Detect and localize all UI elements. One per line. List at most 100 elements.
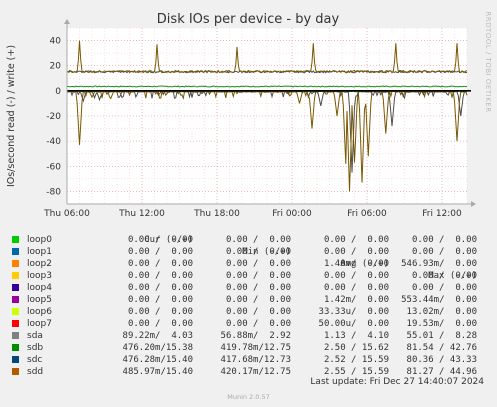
legend-max: 0.00 / 0.00 xyxy=(411,235,477,245)
y-tick-label: -60 xyxy=(46,162,61,172)
legend-max: 546.93m/ 0.00 xyxy=(401,259,477,269)
legend-swatch xyxy=(12,272,19,279)
legend-rows: loop0 0.00 / 0.00 0.00 / 0.00 0.00 / 0.00 0.… xyxy=(12,234,487,378)
legend-swatch xyxy=(12,344,19,351)
legend-row-loop2: loop2 0.00 / 0.00 0.00 / 0.00 1.40m/ 0.00 54… xyxy=(12,258,487,270)
munin-version: Munin 2.0.57 xyxy=(227,393,270,401)
legend-avg: 33.33u/ 0.00 xyxy=(318,307,389,317)
legend-avg: 50.00u/ 0.00 xyxy=(318,319,389,329)
legend-max: 553.44m/ 0.00 xyxy=(401,295,477,305)
legend-cur: 89.22m/ 4.03 xyxy=(122,331,193,341)
legend-row-sdc: sdc 476.28m/15.40 417.68m/12.73 2.52 / 15.5… xyxy=(12,354,487,366)
legend-swatch xyxy=(12,356,19,363)
legend-max: 0.00 / 0.00 xyxy=(411,271,477,281)
legend-cur: 485.97m/15.40 xyxy=(122,367,193,377)
legend-min: 0.00 / 0.00 xyxy=(225,307,291,317)
legend-name: loop1 xyxy=(27,247,52,257)
legend-max: 80.36 / 43.33 xyxy=(406,355,477,365)
legend-swatch xyxy=(12,236,19,243)
legend-min: 0.00 / 0.00 xyxy=(225,259,291,269)
legend-min: 0.00 / 0.00 xyxy=(225,319,291,329)
legend-row-loop5: loop5 0.00 / 0.00 0.00 / 0.00 1.42m/ 0.00 55… xyxy=(12,294,487,306)
x-tick-label: Thu 06:00 xyxy=(43,209,90,219)
x-tick-label: Thu 18:00 xyxy=(193,209,240,219)
legend-name: sda xyxy=(27,331,43,341)
legend-cur: 0.00 / 0.00 xyxy=(127,235,193,245)
x-tick-label: Thu 12:00 xyxy=(118,209,165,219)
x-axis-arrow xyxy=(471,201,476,207)
legend-avg: 2.52 / 15.59 xyxy=(323,355,389,365)
legend-avg: 0.00 / 0.00 xyxy=(323,247,389,257)
legend-min: 420.17m/12.75 xyxy=(220,367,291,377)
legend-min: 0.00 / 0.00 xyxy=(225,247,291,257)
legend-header: Cur (-/+) Min (-/+) Avg (-/+) Max (-/+) xyxy=(12,222,487,281)
legend-cur: 0.00 / 0.00 xyxy=(127,259,193,269)
x-tick-label: Fri 00:00 xyxy=(272,209,312,219)
legend-cur: 0.00 / 0.00 xyxy=(127,271,193,281)
legend-name: sdd xyxy=(27,367,44,377)
legend-min: 0.00 / 0.00 xyxy=(225,235,291,245)
legend-swatch xyxy=(12,296,19,303)
legend-row-sda: sda 89.22m/ 4.03 56.88m/ 2.92 1.13 / 4.10 55… xyxy=(12,330,487,342)
legend-min: 417.68m/12.73 xyxy=(220,355,291,365)
y-axis-label: IOs/second read (-) / write (+) xyxy=(6,45,17,187)
legend-name: loop5 xyxy=(27,295,52,305)
legend-avg: 0.00 / 0.00 xyxy=(323,283,389,293)
legend-row-loop4: loop4 0.00 / 0.00 0.00 / 0.00 0.00 / 0.00 0.… xyxy=(12,282,487,294)
legend-swatch xyxy=(12,308,19,315)
legend-avg: 0.00 / 0.00 xyxy=(323,271,389,281)
legend-avg: 1.42m/ 0.00 xyxy=(323,295,389,305)
y-tick-label: 20 xyxy=(50,62,62,72)
y-tick-label: -20 xyxy=(46,112,61,122)
legend-cur: 0.00 / 0.00 xyxy=(127,307,193,317)
legend-name: loop6 xyxy=(27,307,52,317)
legend-swatch xyxy=(12,248,19,255)
legend-name: loop7 xyxy=(27,319,52,329)
legend-swatch xyxy=(12,332,19,339)
legend-min: 0.00 / 0.00 xyxy=(225,295,291,305)
legend-max: 0.00 / 0.00 xyxy=(411,247,477,257)
legend-cur: 0.00 / 0.00 xyxy=(127,295,193,305)
y-tick-label: 40 xyxy=(50,37,62,47)
legend-row-loop7: loop7 0.00 / 0.00 0.00 / 0.00 50.00u/ 0.00 1… xyxy=(12,318,487,330)
x-tick-label: Fri 12:00 xyxy=(422,209,462,219)
legend-name: sdc xyxy=(27,355,43,365)
legend-min: 419.78m/12.75 xyxy=(220,343,291,353)
rrdtool-credit: RRDTOOL / TOBI OETIKER xyxy=(484,11,492,112)
legend-row-sdb: sdb 476.20m/15.38 419.78m/12.75 2.50 / 15.6… xyxy=(12,342,487,354)
legend-max: 13.02m/ 0.00 xyxy=(406,307,477,317)
legend-cur: 476.28m/15.40 xyxy=(122,355,193,365)
legend-avg: 1.13 / 4.10 xyxy=(323,331,389,341)
legend-name: sdb xyxy=(27,343,44,353)
y-tick-label: 0 xyxy=(55,87,61,97)
y-tick-label: -40 xyxy=(46,137,61,147)
legend-avg: 0.00 / 0.00 xyxy=(323,235,389,245)
legend-avg: 2.50 / 15.62 xyxy=(323,343,389,353)
chart-title: Disk IOs per device - by day xyxy=(157,12,340,27)
legend-row-loop6: loop6 0.00 / 0.00 0.00 / 0.00 33.33u/ 0.00 1… xyxy=(12,306,487,318)
last-update: Last update: Fri Dec 27 14:40:07 2024 xyxy=(310,377,484,387)
legend: Cur (-/+) Min (-/+) Avg (-/+) Max (-/+) … xyxy=(12,222,487,378)
legend-min: 0.00 / 0.00 xyxy=(225,271,291,281)
legend-cur: 0.00 / 0.00 xyxy=(127,319,193,329)
legend-name: loop0 xyxy=(27,235,52,245)
disk-io-chart: Disk IOs per device - by day IOs/second … xyxy=(6,11,492,219)
legend-row-loop0: loop0 0.00 / 0.00 0.00 / 0.00 0.00 / 0.00 0.… xyxy=(12,234,487,246)
legend-swatch xyxy=(12,260,19,267)
legend-name: loop3 xyxy=(27,271,52,281)
y-axis-arrow xyxy=(64,19,70,24)
legend-max: 19.53m/ 0.00 xyxy=(406,319,477,329)
legend-max: 0.00 / 0.00 xyxy=(411,283,477,293)
legend-row-loop1: loop1 0.00 / 0.00 0.00 / 0.00 0.00 / 0.00 0.… xyxy=(12,246,487,258)
legend-max: 81.54 / 42.76 xyxy=(406,343,477,353)
legend-swatch xyxy=(12,368,19,375)
legend-cur: 0.00 / 0.00 xyxy=(127,283,193,293)
legend-avg: 1.40m/ 0.00 xyxy=(323,259,389,269)
legend-cur: 0.00 / 0.00 xyxy=(127,247,193,257)
legend-min: 56.88m/ 2.92 xyxy=(220,331,291,341)
legend-name: loop4 xyxy=(27,283,52,293)
legend-swatch xyxy=(12,284,19,291)
legend-swatch xyxy=(12,320,19,327)
x-tick-label: Fri 06:00 xyxy=(347,209,387,219)
legend-min: 0.00 / 0.00 xyxy=(225,283,291,293)
